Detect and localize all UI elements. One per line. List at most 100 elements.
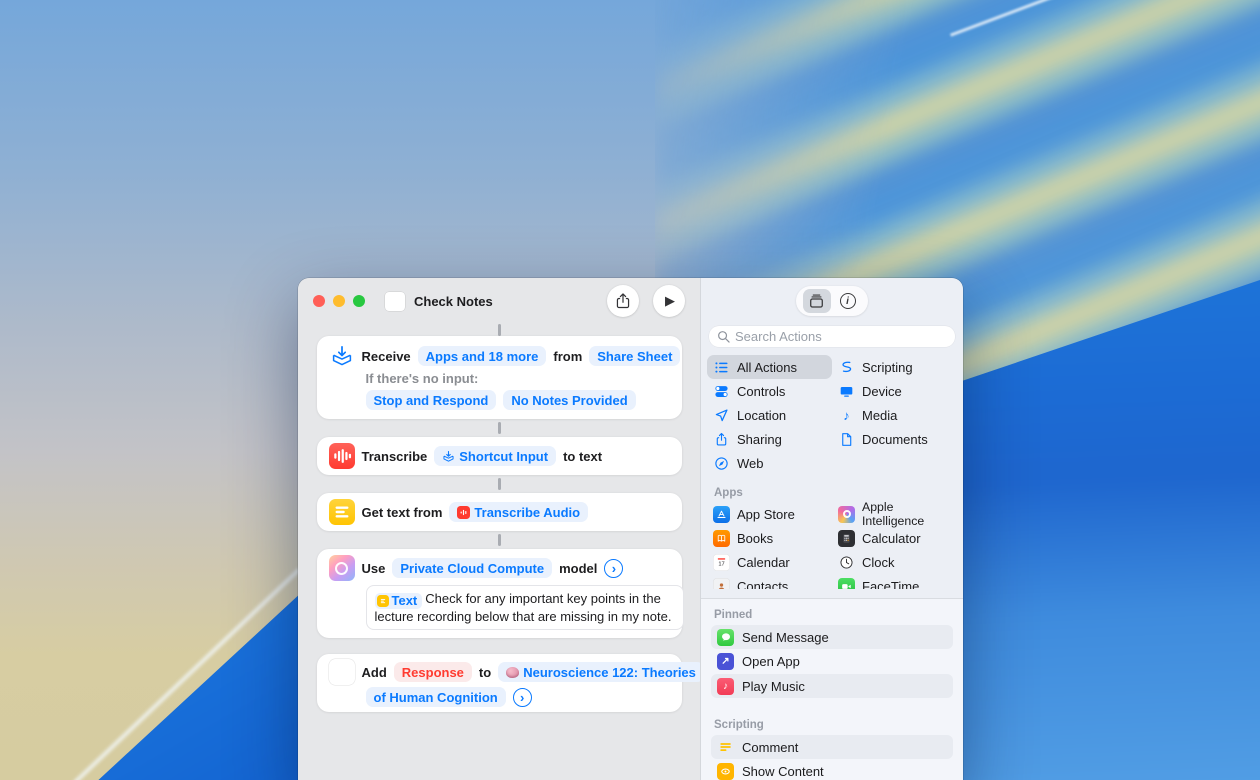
show-content-icon (717, 763, 734, 780)
sidebar-app-calculator[interactable]: Calculator (832, 526, 957, 550)
text-variable-token[interactable]: Text (375, 593, 423, 609)
sidebar-category-scripting[interactable]: Scripting (832, 355, 957, 379)
category-label: Media (862, 408, 897, 423)
action-row-show-content[interactable]: Show Content (711, 760, 953, 780)
action-library-sidebar: i (700, 278, 963, 780)
sidebar-app-facetime[interactable]: FaceTime (832, 574, 957, 589)
contacts-icon (713, 578, 730, 589)
action-row-send-message[interactable]: Send Message (711, 625, 953, 649)
music-note-icon: ♪ (838, 407, 855, 424)
apps-section-header: Apps (714, 487, 963, 499)
run-shortcut-button[interactable]: ▶ (653, 285, 685, 317)
app-label: Apple Intelligence (862, 502, 951, 528)
sidebar-mode-segmented-control: i (796, 286, 868, 316)
note-pill-line2[interactable]: of Human Cognition (366, 687, 506, 707)
notes-app-icon (329, 659, 355, 685)
sidebar-app-clock[interactable]: Clock (832, 550, 957, 574)
sidebar-category-media[interactable]: ♪ Media (832, 403, 957, 427)
receive-input-icon (329, 343, 355, 369)
category-label: Documents (862, 432, 928, 447)
model-pill[interactable]: Private Cloud Compute (392, 558, 552, 578)
shortcut-details-tab[interactable]: i (834, 289, 862, 313)
shortcuts-window: Check Notes ▶ (298, 278, 963, 780)
sidebar-app-contacts[interactable]: Contacts (707, 574, 832, 589)
get-text-icon (329, 499, 355, 525)
no-input-message-pill[interactable]: No Notes Provided (503, 390, 635, 410)
note-title-part1: Neuroscience 122: Theories (523, 664, 696, 681)
desktop: Check Notes ▶ (0, 0, 1260, 780)
minimize-window-button[interactable] (333, 295, 345, 307)
transcribe-input-pill[interactable]: Shortcut Input (434, 446, 556, 466)
sidebar-category-web[interactable]: Web (707, 451, 832, 475)
search-field[interactable] (709, 326, 955, 347)
action-card-add-to-note[interactable]: Add Response to Neuroscience 122: Theori… (317, 654, 682, 712)
sidebar-category-device[interactable]: Device (832, 379, 957, 403)
transcribe-input-label: Shortcut Input (459, 448, 548, 465)
zoom-window-button[interactable] (353, 295, 365, 307)
use-model-suffix: model (559, 561, 597, 576)
action-row-comment[interactable]: Comment (711, 735, 953, 759)
response-variable-pill[interactable]: Response (394, 662, 472, 682)
get-text-verb: Get text from (362, 505, 443, 520)
action-row-label: Open App (742, 654, 800, 669)
shortcut-input-icon (442, 450, 455, 463)
close-window-button[interactable] (313, 295, 325, 307)
sidebar-app-calendar[interactable]: 17 Calendar (707, 550, 832, 574)
apple-intelligence-app-icon (838, 506, 855, 523)
sidebar-category-documents[interactable]: Documents (832, 427, 957, 451)
sidebar-app-app-store[interactable]: App Store (707, 502, 832, 526)
transcribe-audio-mini-icon (457, 506, 470, 519)
text-token-icon (377, 595, 389, 607)
shortcut-notes-icon (385, 292, 405, 311)
controls-icon (713, 383, 730, 400)
no-input-action-pill[interactable]: Stop and Respond (366, 390, 497, 410)
sidebar-category-controls[interactable]: Controls (707, 379, 832, 403)
play-icon: ▶ (663, 293, 675, 309)
titlebar: Check Notes ▶ (298, 278, 700, 324)
flow-connector (498, 478, 501, 490)
chevron-right-icon: › (520, 691, 524, 704)
expand-chevron-button[interactable]: › (513, 688, 532, 707)
flow-connector (498, 324, 501, 336)
calendar-icon: 17 (713, 554, 730, 571)
action-card-receive[interactable]: Receive Apps and 18 more from Share Shee… (317, 336, 682, 419)
action-row-open-app[interactable]: ↗ Open App (711, 650, 953, 674)
expand-chevron-button[interactable]: › (604, 559, 623, 578)
action-row-label: Play Music (742, 679, 805, 694)
compass-icon (713, 455, 730, 472)
location-arrow-icon (713, 407, 730, 424)
sidebar-app-books[interactable]: Books (707, 526, 832, 550)
scripting-section-header: Scripting (714, 719, 953, 731)
no-input-condition-label: If there's no input: (366, 371, 479, 386)
sidebar-category-location[interactable]: Location (707, 403, 832, 427)
prompt-text-field[interactable]: Text Check for any important key points … (366, 585, 684, 630)
text-token-label: Text (392, 593, 418, 609)
category-label: Sharing (737, 432, 782, 447)
action-card-transcribe[interactable]: Transcribe Shortcut Input to text (317, 437, 682, 475)
action-card-use-model[interactable]: Use Private Cloud Compute model › (317, 549, 682, 638)
sidebar-category-all-actions[interactable]: All Actions (707, 355, 832, 379)
messages-icon (717, 629, 734, 646)
category-label: Web (737, 456, 764, 471)
transcribe-suffix: to text (563, 449, 602, 464)
share-button[interactable] (607, 285, 639, 317)
search-input[interactable] (735, 329, 947, 344)
device-icon (838, 383, 855, 400)
action-row-play-music[interactable]: ♪ Play Music (711, 674, 953, 698)
app-store-icon (713, 506, 730, 523)
sidebar-app-apple-intelligence[interactable]: Apple Intelligence (832, 502, 957, 526)
use-model-verb: Use (362, 561, 386, 576)
category-label: Device (862, 384, 902, 399)
calculator-icon (838, 530, 855, 547)
action-library-tab[interactable] (803, 289, 831, 313)
action-card-get-text[interactable]: Get text from Transcribe Audio (317, 493, 682, 531)
receive-source-pill[interactable]: Share Sheet (589, 346, 680, 366)
chevron-right-icon: › (612, 562, 616, 575)
note-pill-line1[interactable]: Neuroscience 122: Theories (498, 662, 700, 682)
transcribe-audio-icon (329, 443, 355, 469)
scripting-icon (838, 359, 855, 376)
apps-grid-clip: App Store Apple Intelligence Books (701, 502, 963, 589)
receive-input-pill[interactable]: Apps and 18 more (418, 346, 547, 366)
get-text-input-pill[interactable]: Transcribe Audio (449, 502, 588, 522)
sidebar-category-sharing[interactable]: Sharing (707, 427, 832, 451)
